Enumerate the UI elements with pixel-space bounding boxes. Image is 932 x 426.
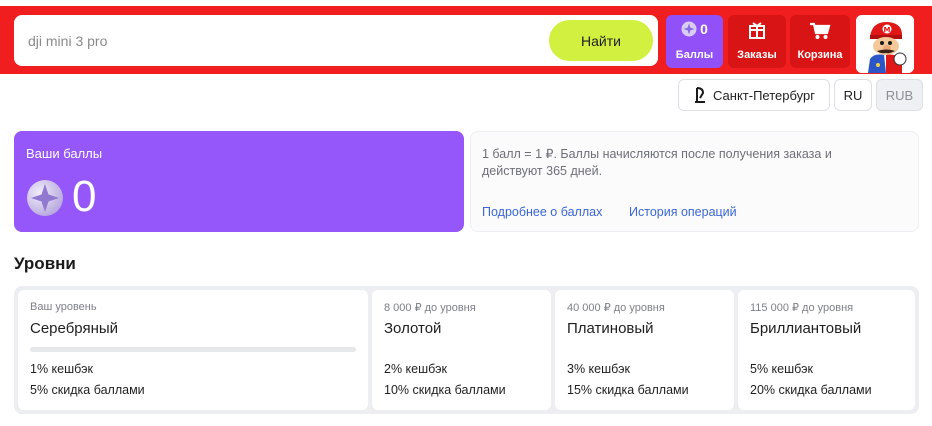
points-more-link[interactable]: Подробнее о баллах xyxy=(482,205,602,219)
level-cashback: 1% кешбэк xyxy=(30,362,93,376)
level-discount: 20% скидка баллами xyxy=(750,383,872,397)
level-sub: 40 000 ₽ до уровня xyxy=(567,302,665,314)
level-card-silver: Ваш уровень Серебряный 1% кешбэк 5% скид… xyxy=(18,290,368,410)
points-label: Баллы xyxy=(675,49,714,61)
level-discount: 15% скидка баллами xyxy=(567,383,689,397)
level-sub: 115 000 ₽ до уровня xyxy=(750,302,854,314)
search-input[interactable] xyxy=(28,15,528,66)
points-value: 0 xyxy=(72,172,97,221)
search-box: Найти xyxy=(14,15,658,66)
level-sub: 8 000 ₽ до уровня xyxy=(384,302,476,314)
language-selector[interactable]: RU xyxy=(834,79,872,111)
box-icon xyxy=(749,22,765,39)
level-name: Золотой xyxy=(384,320,442,337)
points-card-title: Ваши баллы xyxy=(26,146,103,161)
points-card: Ваши баллы 0 xyxy=(14,131,464,232)
points-count: 0 xyxy=(700,21,708,37)
svg-text:M: M xyxy=(884,26,891,34)
level-card-gold: 8 000 ₽ до уровня Золотой 2% кешбэк 10% … xyxy=(372,290,551,410)
points-info-card: 1 балл = 1 ₽. Баллы начисляются после по… xyxy=(470,131,919,232)
level-progress-bar xyxy=(30,347,356,352)
level-card-diamond: 115 000 ₽ до уровня Бриллиантовый 5% кеш… xyxy=(738,290,915,410)
points-button[interactable]: 0 Баллы xyxy=(666,15,723,68)
city-selector[interactable]: Санкт-Петербург xyxy=(678,79,830,111)
level-cashback: 2% кешбэк xyxy=(384,362,447,376)
level-discount: 10% скидка баллами xyxy=(384,383,506,397)
operations-history-link[interactable]: История операций xyxy=(629,205,737,219)
avatar-image: M xyxy=(856,15,914,73)
city-label: Санкт-Петербург xyxy=(713,87,815,103)
levels-title: Уровни xyxy=(14,254,76,273)
level-discount: 5% скидка баллами xyxy=(30,383,145,397)
points-info-text: 1 балл = 1 ₽. Баллы начисляются после по… xyxy=(482,147,832,178)
orders-button[interactable]: Заказы xyxy=(728,15,786,68)
cart-label: Корзина xyxy=(797,49,843,61)
level-cashback: 3% кешбэк xyxy=(567,362,630,376)
coin-icon xyxy=(681,21,697,37)
level-name: Платиновый xyxy=(567,320,654,337)
location-pin-icon xyxy=(695,87,706,103)
currency-selector[interactable]: RUB xyxy=(876,79,923,111)
top-header: Найти 0 Баллы Заказы xyxy=(0,6,932,74)
cart-icon xyxy=(810,22,831,39)
user-avatar[interactable]: M xyxy=(856,15,914,73)
level-cashback: 5% кешбэк xyxy=(750,362,813,376)
language-label: RU xyxy=(843,87,863,103)
level-name: Серебряный xyxy=(30,320,119,337)
level-card-platinum: 40 000 ₽ до уровня Платиновый 3% кешбэк … xyxy=(555,290,734,410)
levels-list: Ваш уровень Серебряный 1% кешбэк 5% скид… xyxy=(14,286,919,414)
search-button[interactable]: Найти xyxy=(549,20,653,61)
coin-icon xyxy=(27,180,63,216)
orders-label: Заказы xyxy=(737,49,777,61)
cart-button[interactable]: Корзина xyxy=(790,15,850,68)
currency-label: RUB xyxy=(885,87,914,103)
level-sub: Ваш уровень xyxy=(30,301,97,313)
level-name: Бриллиантовый xyxy=(750,320,862,337)
